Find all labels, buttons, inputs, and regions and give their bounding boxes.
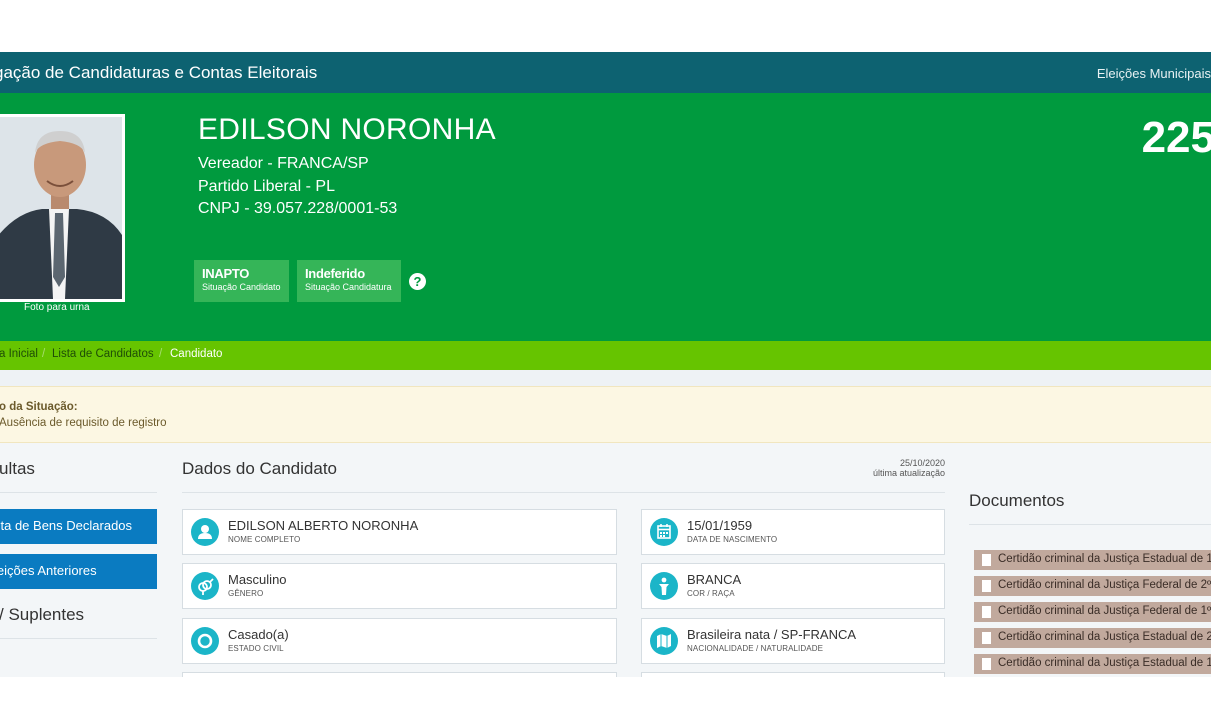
election-selector[interactable]: Eleições Municipais — [1097, 66, 1211, 81]
candidate-party: Partido Liberal - PL — [198, 178, 335, 195]
document-icon — [982, 580, 991, 592]
nationality-label: NACIONALIDADE / NATURALIDADE — [687, 644, 824, 653]
breadcrumb-current: Candidato — [170, 348, 223, 360]
calendar-icon — [650, 518, 678, 546]
last-update-label: última atualização — [872, 468, 945, 478]
candidate-data-heading: Dados do Candidato — [182, 459, 338, 478]
top-bar: gação de Candidaturas e Contas Eleitorai… — [0, 52, 1211, 93]
divider — [0, 492, 157, 493]
map-icon — [650, 627, 678, 655]
situation-notice: o da Situação: Ausência de requisito de … — [0, 386, 1211, 443]
document-label: Certidão criminal da Justiça Estadual de… — [998, 553, 1211, 565]
birth-date-label: DATA DE NASCIMENTO — [687, 535, 778, 544]
birth-date-card: 15/01/1959 DATA DE NASCIMENTO — [641, 509, 945, 555]
gender-icon — [191, 572, 219, 600]
breadcrumb-separator: / — [159, 348, 163, 360]
race-value: BRANCA — [687, 572, 742, 587]
breadcrumb-candidate-list[interactable]: Lista de Candidatos — [52, 348, 154, 360]
marital-status-card: Casado(a) ESTADO CIVIL — [182, 618, 617, 664]
document-icon — [982, 658, 991, 670]
document-item[interactable]: Certidão criminal da Justiça Estadual de… — [974, 550, 1211, 570]
nationality-card: Brasileira nata / SP-FRANCA NACIONALIDAD… — [641, 618, 945, 664]
suplentes-link[interactable]: / Suplentes — [0, 605, 84, 625]
candidate-status-value: INAPTO — [202, 266, 250, 281]
breadcrumb: a Inicial / Lista de Candidatos / Candid… — [0, 341, 1211, 370]
gender-label: GÊNERO — [228, 589, 264, 598]
document-item[interactable]: Certidão criminal da Justiça Estadual de… — [974, 654, 1211, 674]
candidate-header: Foto para urna EDILSON NORONHA Vereador … — [0, 93, 1211, 341]
photo-caption: Foto para urna — [24, 302, 90, 313]
document-label: Certidão criminal da Justiça Estadual de… — [998, 657, 1211, 669]
race-label: COR / RAÇA — [687, 589, 735, 598]
candidate-portrait-image — [0, 117, 122, 299]
spacer — [0, 370, 1211, 386]
gender-card: Masculino GÊNERO — [182, 563, 617, 609]
help-icon[interactable]: ? — [409, 273, 426, 290]
site-title: gação de Candidaturas e Contas Eleitorai… — [0, 63, 318, 82]
candidacy-status-value: Indeferido — [305, 266, 365, 281]
document-icon — [982, 632, 991, 644]
last-update-date: 25/10/2020 — [899, 458, 945, 468]
ring-icon — [191, 627, 219, 655]
breadcrumb-separator: / — [42, 348, 46, 360]
user-icon — [191, 518, 219, 546]
candidacy-status-badge: Indeferido Situação Candidatura — [297, 260, 401, 302]
document-label: Certidão criminal da Justiça Federal de … — [998, 579, 1211, 591]
documents-heading: Documentos — [969, 491, 1065, 510]
last-update: 25/10/2020 última atualização — [873, 458, 945, 478]
document-item[interactable]: Certidão criminal da Justiça Estadual de… — [974, 628, 1211, 648]
race-card: BRANCA COR / RAÇA — [641, 563, 945, 609]
page-bottom — [0, 677, 1211, 726]
notice-text: Ausência de requisito de registro — [0, 417, 167, 429]
assets-declared-button[interactable]: sta de Bens Declarados — [0, 509, 157, 544]
notice-title: o da Situação: — [0, 401, 78, 413]
candidate-name: EDILSON NORONHA — [198, 113, 496, 146]
candidate-photo — [0, 114, 125, 302]
document-item[interactable]: Certidão criminal da Justiça Federal de … — [974, 602, 1211, 622]
candidacy-status-label: Situação Candidatura — [305, 282, 392, 292]
full-name-value: EDILSON ALBERTO NORONHA — [228, 518, 419, 533]
nationality-value: Brasileira nata / SP-FRANCA — [687, 627, 857, 642]
divider — [182, 492, 945, 493]
divider — [969, 524, 1211, 525]
birth-date-value: 15/01/1959 — [687, 518, 753, 533]
candidate-number: 225 — [1141, 113, 1211, 162]
candidate-role: Vereador - FRANCA/SP — [198, 155, 369, 172]
candidate-status-label: Situação Candidato — [202, 282, 281, 292]
divider — [0, 638, 157, 639]
gender-value: Masculino — [228, 572, 287, 587]
document-icon — [982, 606, 991, 618]
previous-elections-button[interactable]: leições Anteriores — [0, 554, 157, 589]
document-icon — [982, 554, 991, 566]
sidebar-heading: ultas — [0, 459, 35, 478]
person-icon — [650, 572, 678, 600]
marital-status-label: ESTADO CIVIL — [228, 644, 284, 653]
document-item[interactable]: Certidão criminal da Justiça Federal de … — [974, 576, 1211, 596]
document-label: Certidão criminal da Justiça Federal de … — [998, 605, 1211, 617]
candidate-cnpj: CNPJ - 39.057.228/0001-53 — [198, 200, 398, 217]
document-label: Certidão criminal da Justiça Estadual de… — [998, 631, 1211, 643]
breadcrumb-home[interactable]: a Inicial — [0, 348, 38, 360]
full-name-card: EDILSON ALBERTO NORONHA NOME COMPLETO — [182, 509, 617, 555]
full-name-label: NOME COMPLETO — [228, 535, 301, 544]
main-content: ultas sta de Bens Declarados leições Ant… — [0, 443, 1211, 677]
candidate-status-badge: INAPTO Situação Candidato — [194, 260, 289, 302]
marital-status-value: Casado(a) — [228, 627, 289, 642]
